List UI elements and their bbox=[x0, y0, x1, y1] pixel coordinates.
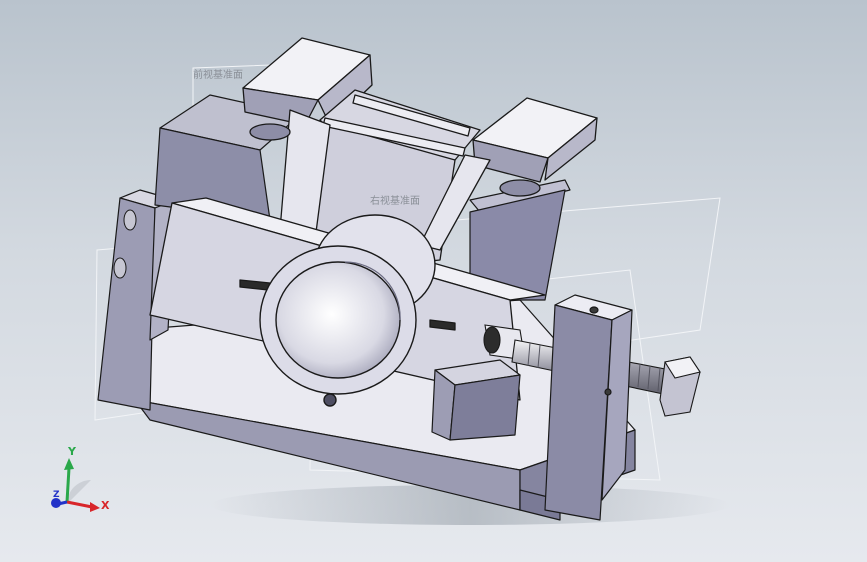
reference-triad[interactable]: Y X Z bbox=[40, 440, 120, 520]
right-upright[interactable] bbox=[544, 294, 633, 521]
x-axis-label: X bbox=[101, 499, 110, 512]
graphics-viewport[interactable]: 前视基准面 右视基准面 Y X Z bbox=[0, 0, 867, 562]
y-axis-label: Y bbox=[68, 445, 76, 458]
x-axis-line bbox=[66, 500, 93, 509]
model-canvas[interactable] bbox=[0, 0, 867, 562]
x-axis-arrow bbox=[90, 502, 100, 512]
front-plane-label: 前视基准面 bbox=[193, 70, 243, 81]
y-axis-arrow bbox=[64, 458, 74, 470]
z-axis-label: Z bbox=[53, 490, 60, 500]
lower-right-block[interactable] bbox=[431, 359, 521, 441]
triad-sphere bbox=[67, 480, 91, 504]
y-axis-line bbox=[65, 467, 71, 503]
right-plane-label: 右视基准面 bbox=[370, 196, 420, 207]
